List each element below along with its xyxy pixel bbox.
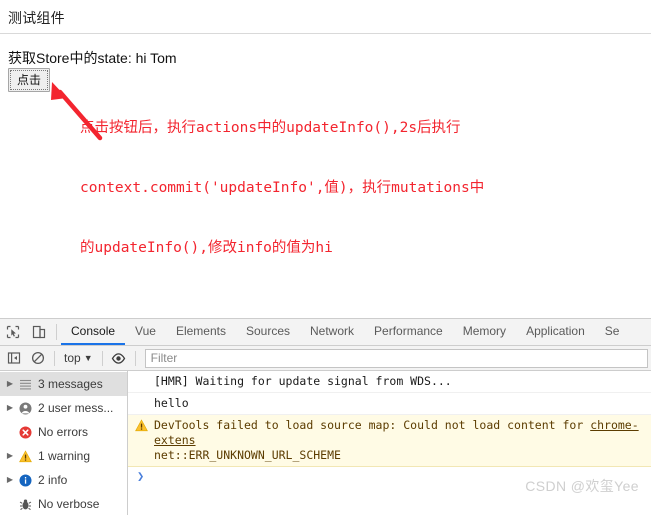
user-icon [16, 402, 35, 415]
tab-console[interactable]: Console [61, 319, 126, 345]
warning-triangle-icon [135, 419, 148, 432]
store-state-line: 获取Store中的state: hi Tom [8, 50, 177, 66]
tab-sources[interactable]: Sources [236, 319, 300, 345]
info-icon [16, 474, 35, 487]
console-message-warning[interactable]: DevTools failed to load source map: Coul… [128, 415, 651, 467]
devtools-tabbar: Console Vue Elements Sources Network Per… [0, 319, 651, 346]
tabbar-divider [56, 324, 57, 340]
warning-icon [16, 449, 35, 463]
console-body: ▶ 3 messages ▶ 2 user mess... No errors … [0, 371, 651, 515]
context-label: top [64, 351, 81, 365]
annotation-line-3: 的updateInfo(),修改info的值为hi [80, 240, 333, 256]
annotation-line-1: 点击按钮后，执行actions中的updateInfo(),2s后执行 [80, 120, 461, 136]
chevron-down-icon: ▼ [83, 353, 93, 363]
filterbar-divider-2 [101, 350, 103, 366]
filterbar-divider-1 [54, 350, 55, 366]
expand-arrow-icon[interactable]: ▶ [4, 452, 16, 460]
sidebar-item-verbose[interactable]: No verbose [0, 492, 127, 515]
browser-page-area: 测试组件 获取Store中的state: hi Tom 点击 点击按钮后，执行a… [0, 0, 651, 318]
sidebar-item-label: No errors [38, 425, 89, 439]
tab-network[interactable]: Network [300, 319, 364, 345]
sidebar-item-user-messages[interactable]: ▶ 2 user mess... [0, 396, 127, 420]
sidebar-item-info[interactable]: ▶ 2 info [0, 468, 127, 492]
console-message-list[interactable]: [HMR] Waiting for update signal from WDS… [128, 371, 651, 515]
clear-console-icon[interactable] [26, 346, 50, 371]
list-icon [16, 378, 35, 391]
device-toolbar-icon[interactable] [26, 319, 52, 345]
sidebar-item-label: 2 info [38, 473, 68, 487]
sidebar-item-errors[interactable]: No errors [0, 420, 127, 444]
warning-text-second-line: net::ERR_UNKNOWN_URL_SCHEME [154, 448, 341, 462]
sidebar-item-label: 2 user mess... [38, 401, 114, 415]
expand-arrow-icon[interactable]: ▶ [4, 476, 16, 484]
sidebar-item-warnings[interactable]: ▶ 1 warning [0, 444, 127, 468]
tab-memory[interactable]: Memory [453, 319, 516, 345]
page-title: 测试组件 [8, 10, 65, 26]
title-divider [0, 33, 651, 34]
error-icon [16, 426, 35, 439]
sidebar-item-label: 1 warning [38, 449, 91, 463]
tab-elements[interactable]: Elements [166, 319, 236, 345]
tab-security[interactable]: Se [595, 319, 630, 345]
tab-vue[interactable]: Vue [125, 319, 166, 345]
sidebar-item-messages[interactable]: ▶ 3 messages [0, 372, 127, 396]
click-button[interactable]: 点击 [8, 68, 51, 92]
verbose-bug-icon [16, 498, 35, 511]
inspect-element-icon[interactable] [0, 319, 26, 345]
console-prompt-row[interactable]: ❯ [128, 467, 651, 487]
expand-arrow-icon[interactable]: ▶ [4, 380, 16, 388]
annotation-line-2: context.commit('updateInfo',值)，执行mutatio… [80, 180, 485, 196]
tab-performance[interactable]: Performance [364, 319, 453, 345]
console-message-log[interactable]: hello [128, 393, 651, 415]
expand-arrow-icon[interactable]: ▶ [4, 404, 16, 412]
console-filter-input[interactable] [144, 348, 648, 368]
console-message-info[interactable]: [HMR] Waiting for update signal from WDS… [128, 371, 651, 393]
console-sidebar: ▶ 3 messages ▶ 2 user mess... No errors … [0, 371, 128, 515]
tab-application[interactable]: Application [516, 319, 595, 345]
sidebar-item-label: 3 messages [38, 377, 103, 391]
live-expression-eye-icon[interactable] [107, 346, 131, 371]
console-filter-bar: top ▼ [0, 346, 651, 371]
warning-text: DevTools failed to load source map: Coul… [154, 418, 591, 432]
red-annotation-text: 点击按钮后，执行actions中的updateInfo(),2s后执行 cont… [80, 78, 484, 298]
sidebar-item-label: No verbose [38, 497, 100, 511]
prompt-caret-icon: ❯ [137, 469, 145, 483]
console-sidebar-toggle-icon[interactable] [2, 346, 26, 371]
filterbar-divider-3 [134, 350, 136, 366]
console-context-select[interactable]: top ▼ [59, 351, 98, 365]
devtools-panel: Console Vue Elements Sources Network Per… [0, 318, 651, 516]
